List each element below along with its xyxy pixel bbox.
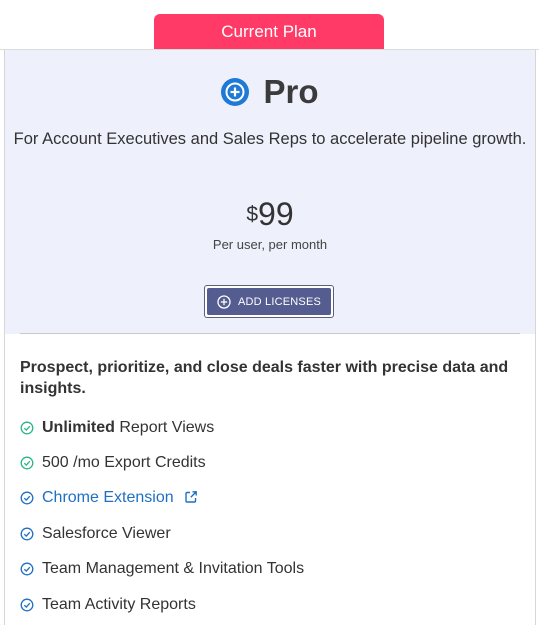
plan-tagline: Prospect, prioritize, and close deals fa…: [20, 359, 509, 397]
chrome-extension-link[interactable]: Chrome Extension: [42, 489, 174, 507]
add-licenses-label: ADD LICENSES: [237, 295, 322, 308]
feature-item-export-credits: 500 /mo Export Credits: [20, 445, 520, 480]
check-circle-icon: [20, 492, 34, 505]
check-circle-icon: [20, 598, 34, 612]
feature-list: Unlimited Report Views 500 /mo Export Cr…: [20, 410, 520, 622]
check-circle-icon: [20, 456, 34, 470]
feature-label-bold: Unlimited: [42, 418, 115, 436]
price-currency: $: [246, 203, 259, 226]
plus-circle-icon: [217, 294, 231, 309]
check-circle-icon: [20, 527, 34, 541]
plan-name: Pro: [263, 73, 319, 110]
feature-item-salesforce-viewer: Salesforce Viewer: [20, 516, 520, 551]
feature-label: Salesforce Viewer: [42, 524, 171, 542]
feature-item-report-views: Unlimited Report Views: [20, 410, 520, 445]
external-link-icon[interactable]: [184, 490, 198, 504]
feature-label-rest: Report Views: [114, 418, 215, 436]
price-period: Per user, per month: [212, 237, 328, 252]
plan-card: Pro For Account Executives and Sales Rep…: [4, 50, 536, 625]
feature-item-team-activity-reports: Team Activity Reports: [20, 587, 520, 622]
add-licenses-button[interactable]: ADD LICENSES: [207, 288, 331, 315]
current-plan-tab: Current Plan: [154, 14, 384, 50]
feature-label: Team Management & Invitation Tools: [42, 560, 305, 578]
plan-price: $99: [5, 192, 535, 243]
price-amount: 99: [258, 196, 294, 232]
feature-item-chrome-extension[interactable]: Chrome Extension: [20, 481, 520, 516]
add-licenses-button-frame: ADD LICENSES: [204, 285, 334, 318]
feature-item-team-management: Team Management & Invitation Tools: [20, 552, 520, 587]
feature-label: Unlimited Report Views: [42, 419, 214, 437]
feature-label: 500 /mo Export Credits: [42, 454, 206, 472]
check-circle-icon: [20, 421, 34, 435]
feature-label: Team Activity Reports: [42, 595, 196, 613]
plan-title: Pro: [5, 72, 535, 112]
plus-circle-icon: [221, 78, 250, 106]
check-circle-icon: [20, 562, 34, 576]
plan-description: For Account Executives and Sales Reps to…: [13, 130, 527, 148]
section-divider: [20, 333, 520, 334]
plan-card-header: Pro For Account Executives and Sales Rep…: [5, 50, 535, 334]
